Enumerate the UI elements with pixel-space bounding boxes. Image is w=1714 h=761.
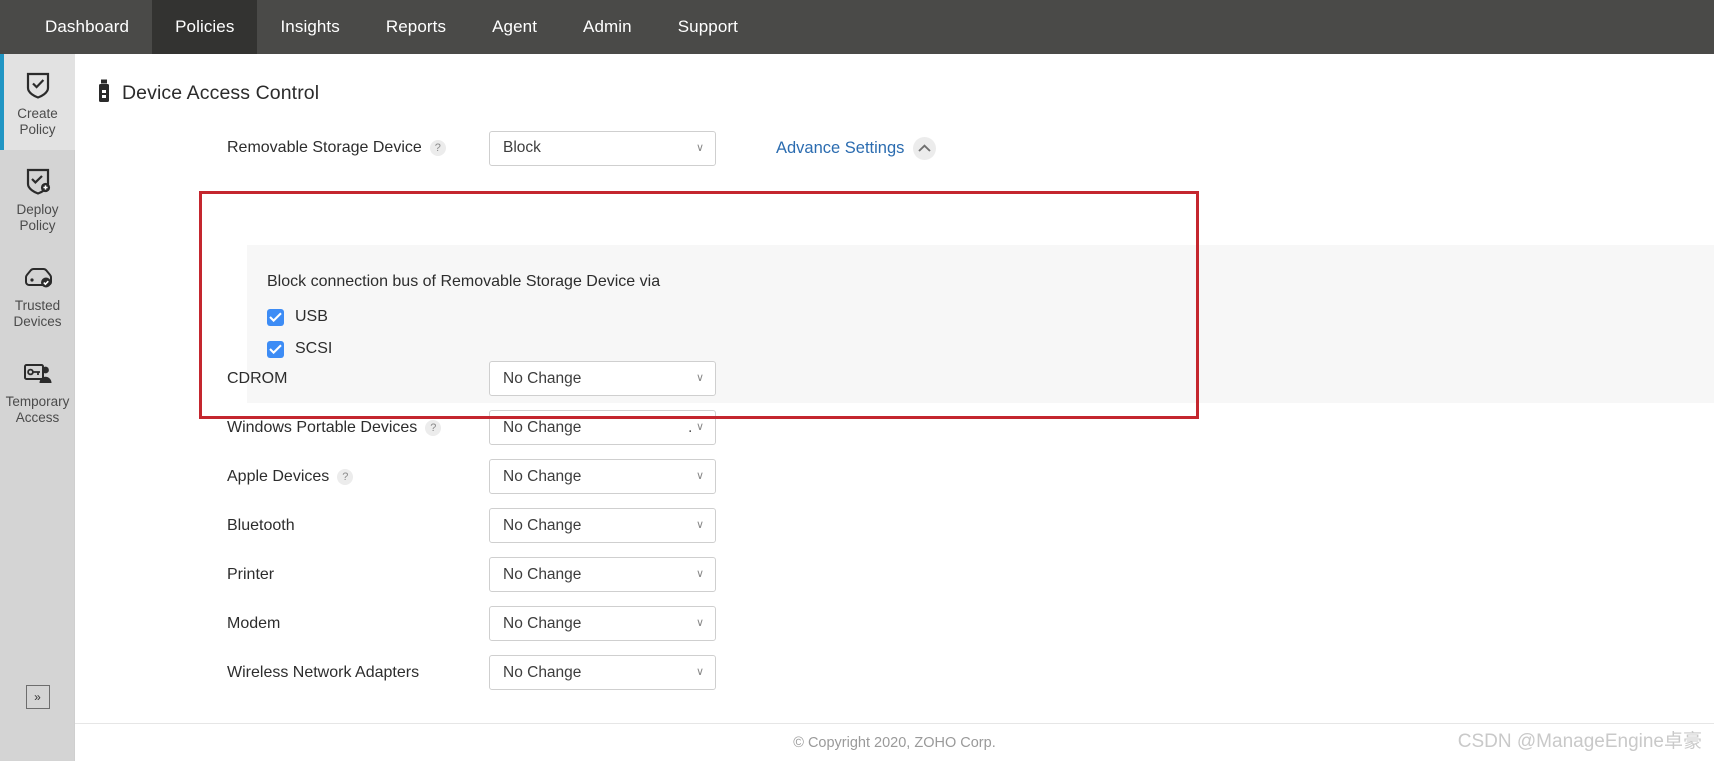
- sidebar-item-trusted-devices[interactable]: Trusted Devices: [0, 246, 75, 342]
- checkbox-checked-icon[interactable]: [267, 308, 284, 326]
- modem-select[interactable]: No Change ∨: [489, 606, 716, 641]
- select-value: No Change: [503, 369, 582, 387]
- shield-check-icon: [3, 68, 72, 102]
- sidebar-item-label: Temporary Access: [5, 394, 70, 425]
- nav-item-reports[interactable]: Reports: [363, 0, 469, 54]
- setting-row-removable-storage-device: Removable Storage Device ? Block ∨ Advan…: [75, 118, 1714, 178]
- setting-label: Printer: [75, 566, 489, 584]
- windows-portable-devices-select[interactable]: No Change ∨: [489, 410, 716, 445]
- select-value: No Change: [503, 418, 582, 436]
- nav-item-insights[interactable]: Insights: [257, 0, 362, 54]
- checkbox-label: USB: [295, 308, 328, 325]
- chevron-down-icon: ∨: [695, 470, 704, 482]
- setting-row-bluetooth: Bluetooth No Change ∨: [75, 501, 1714, 550]
- nav-item-agent[interactable]: Agent: [469, 0, 560, 54]
- copyright-text: © Copyright 2020, ZOHO Corp.: [793, 734, 996, 751]
- printer-select[interactable]: No Change ∨: [489, 557, 716, 592]
- nav-item-support[interactable]: Support: [655, 0, 761, 54]
- chevron-down-icon: ∨: [695, 519, 704, 531]
- usb-drive-icon: [97, 79, 111, 108]
- nav-item-policies[interactable]: Policies: [152, 0, 258, 54]
- sidebar-expand-button[interactable]: »: [25, 685, 50, 709]
- chevron-down-icon: ∨: [695, 617, 704, 629]
- setting-label-text: Printer: [227, 565, 275, 583]
- setting-row-modem: Modem No Change ∨: [75, 599, 1714, 648]
- left-sidebar: Create Policy Deploy Policy Trusted Devi…: [0, 54, 75, 761]
- advance-settings-label: Advance Settings: [776, 138, 905, 157]
- apple-devices-select[interactable]: No Change ∨: [489, 459, 716, 494]
- setting-label-text: Windows Portable Devices: [227, 418, 418, 436]
- select-value: No Change: [503, 663, 582, 681]
- setting-label: Modem: [75, 615, 489, 633]
- nav-item-dashboard[interactable]: Dashboard: [22, 0, 152, 54]
- nav-item-label: Admin: [583, 17, 632, 36]
- setting-row-windows-portable-devices: Windows Portable Devices ? . No Change ∨: [75, 403, 1714, 452]
- sidebar-item-label: Deploy Policy: [16, 202, 59, 233]
- setting-label-text: Bluetooth: [227, 516, 295, 534]
- access-card-user-icon: [3, 356, 72, 390]
- setting-label-text: Wireless Network Adapters: [227, 663, 420, 681]
- setting-label-text: CDROM: [227, 369, 288, 387]
- setting-label: Bluetooth: [75, 517, 489, 535]
- page-title: Device Access Control: [122, 81, 320, 104]
- device-settings-lower-list: CDROM No Change ∨ Windows Portable Devic…: [75, 354, 1714, 697]
- shield-check-plus-icon: [3, 164, 72, 198]
- main-content: Device Access Control Removable Storage …: [75, 54, 1714, 761]
- stray-period-artifact: .: [688, 418, 693, 436]
- setting-row-cdrom: CDROM No Change ∨: [75, 354, 1714, 403]
- sidebar-item-temporary-access[interactable]: Temporary Access: [0, 342, 75, 438]
- chevron-down-icon: ∨: [695, 421, 704, 433]
- nav-item-label: Dashboard: [45, 17, 130, 36]
- watermark-text: CSDN @ManageEngine卓豪: [1457, 731, 1702, 752]
- setting-label: CDROM: [75, 370, 489, 388]
- wireless-network-adapters-select[interactable]: No Change ∨: [489, 655, 716, 690]
- nav-item-label: Agent: [492, 17, 538, 36]
- setting-label-text: Apple Devices: [227, 467, 330, 485]
- device-settings-list: Removable Storage Device ? Block ∨ Advan…: [75, 118, 1714, 697]
- nav-item-label: Support: [677, 17, 738, 36]
- sidebar-item-label: Create Policy: [17, 106, 58, 137]
- setting-label-text: Modem: [227, 614, 281, 632]
- double-chevron-right-icon: »: [34, 690, 41, 704]
- select-value: No Change: [503, 516, 582, 534]
- setting-row-wireless-network-adapters: Wireless Network Adapters No Change ∨: [75, 648, 1714, 697]
- select-value: No Change: [503, 614, 582, 632]
- sidebar-item-label: Trusted Devices: [13, 298, 62, 329]
- nav-item-label: Policies: [175, 17, 235, 36]
- advance-settings-panel-title: Block connection bus of Removable Storag…: [267, 273, 661, 290]
- chevron-down-icon: ∨: [695, 666, 704, 678]
- setting-label: Wireless Network Adapters: [75, 664, 489, 682]
- chevron-down-icon: ∨: [695, 568, 704, 580]
- nav-item-label: Reports: [385, 17, 447, 36]
- select-value: No Change: [503, 565, 582, 583]
- setting-row-apple-devices: Apple Devices ? No Change ∨: [75, 452, 1714, 501]
- cdrom-select[interactable]: No Change ∨: [489, 361, 716, 396]
- setting-label: Windows Portable Devices ?: [75, 419, 489, 437]
- sidebar-collapse-container: »: [0, 685, 75, 709]
- sidebar-item-deploy-policy[interactable]: Deploy Policy: [0, 150, 75, 246]
- question-mark-icon[interactable]: ?: [337, 468, 354, 485]
- select-value: Block: [503, 139, 541, 156]
- nav-item-label: Insights: [280, 17, 340, 36]
- sidebar-item-create-policy[interactable]: Create Policy: [0, 54, 75, 150]
- setting-label: Apple Devices ?: [75, 468, 489, 486]
- question-mark-icon[interactable]: ?: [429, 140, 446, 156]
- hard-drive-check-icon: [3, 260, 72, 294]
- removable-storage-device-select[interactable]: Block ∨: [489, 130, 716, 166]
- chevron-down-icon: ∨: [695, 141, 704, 154]
- advance-settings-toggle[interactable]: Advance Settings: [776, 136, 937, 160]
- setting-row-printer: Printer No Change ∨: [75, 550, 1714, 599]
- top-navigation-bar: Dashboard Policies Insights Reports Agen…: [0, 0, 1714, 54]
- bluetooth-select[interactable]: No Change ∨: [489, 508, 716, 543]
- chevron-down-icon: ∨: [695, 372, 704, 384]
- select-value: No Change: [503, 467, 582, 485]
- chevron-up-icon: [913, 136, 937, 160]
- setting-label: Removable Storage Device ?: [75, 139, 489, 157]
- question-mark-icon[interactable]: ?: [425, 419, 442, 436]
- checkbox-row-usb[interactable]: USB: [267, 308, 1714, 326]
- page-header: Device Access Control: [75, 54, 1714, 110]
- nav-item-admin[interactable]: Admin: [560, 0, 655, 54]
- setting-label-text: Removable Storage Device: [227, 139, 422, 156]
